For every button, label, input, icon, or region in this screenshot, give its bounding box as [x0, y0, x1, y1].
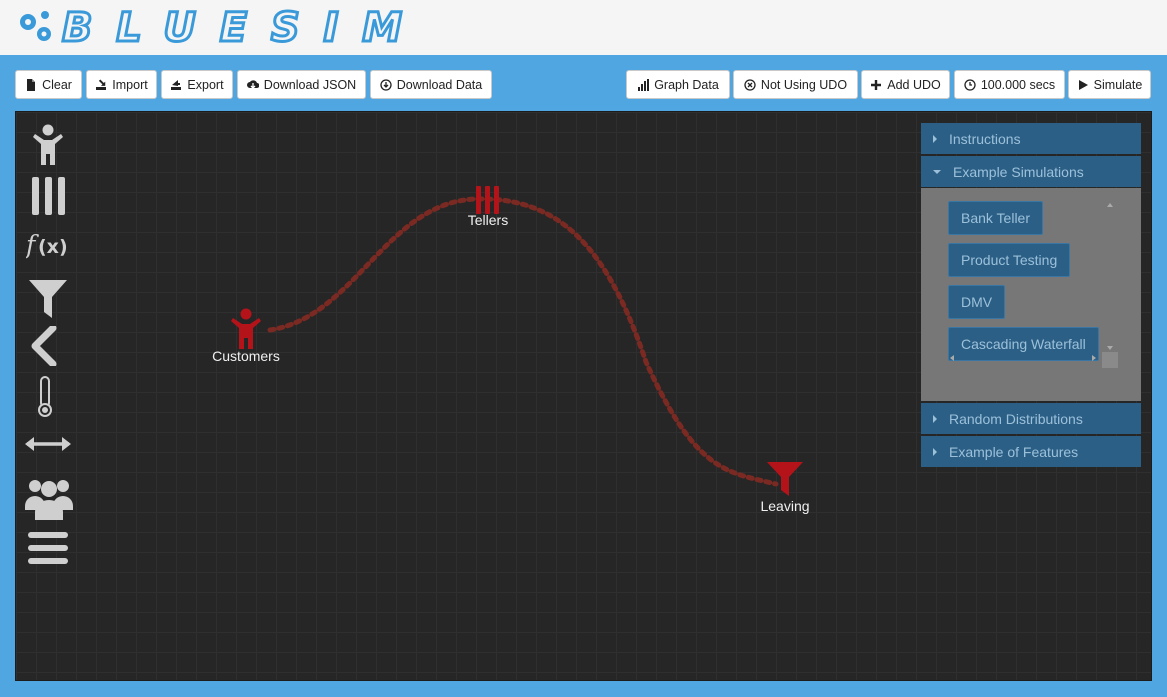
scroll-corner	[1102, 352, 1118, 368]
play-icon	[1077, 79, 1089, 91]
bluesim-logo: BLUESIM	[20, 6, 412, 48]
import-icon	[95, 78, 107, 91]
duration-button[interactable]: 100.000 secs	[954, 70, 1065, 99]
simulation-canvas[interactable]: f (x) Customers Tellers Leaving Instructi…	[15, 111, 1152, 681]
horizontal-scrollbar[interactable]	[948, 350, 1098, 366]
caret-right-icon	[933, 134, 937, 143]
accordion-example-of-features[interactable]: Example of Features	[921, 436, 1141, 467]
example-bank-teller-button[interactable]: Bank Teller	[948, 201, 1044, 235]
download-data-button[interactable]: Download Data	[370, 70, 492, 99]
example-simulations-panel: Bank Teller Product Testing DMV Cascadin…	[921, 188, 1141, 401]
plus-icon	[870, 79, 882, 91]
app-header: BLUESIM	[0, 0, 1167, 55]
bar-chart-icon	[637, 78, 650, 91]
circle-download-icon	[380, 78, 392, 91]
circle-x-icon	[744, 78, 756, 91]
leaving-node-icon[interactable]	[767, 462, 803, 501]
export-button[interactable]: Export	[161, 70, 233, 99]
link-path	[267, 196, 779, 487]
tellers-node-label: Tellers	[467, 212, 509, 228]
customers-node-label: Customers	[212, 348, 280, 364]
add-udo-button[interactable]: Add UDO	[861, 70, 950, 99]
caret-right-icon	[933, 414, 937, 423]
udo-toggle-button[interactable]: Not Using UDO	[733, 70, 858, 99]
import-button[interactable]: Import	[86, 70, 157, 99]
leaving-node-label: Leaving	[760, 498, 810, 514]
cloud-download-icon	[246, 79, 259, 91]
caret-right-icon	[933, 447, 937, 456]
clock-icon	[964, 78, 976, 91]
download-json-button[interactable]: Download JSON	[237, 70, 366, 99]
accordion-instructions[interactable]: Instructions	[921, 123, 1141, 154]
file-icon	[25, 78, 37, 91]
toolbar: Clear Import Export Download JSON Downlo…	[0, 55, 1167, 111]
accordion-example-simulations[interactable]: Example Simulations	[921, 156, 1141, 187]
example-product-testing-button[interactable]: Product Testing	[948, 243, 1071, 277]
clear-button[interactable]: Clear	[15, 70, 82, 99]
example-dmv-button[interactable]: DMV	[948, 285, 1006, 319]
caret-down-icon	[933, 169, 941, 174]
accordion-random-distributions[interactable]: Random Distributions	[921, 403, 1141, 434]
logo-text: BLUESIM	[62, 6, 412, 48]
vertical-scrollbar[interactable]	[1102, 199, 1118, 354]
graph-data-button[interactable]: Graph Data	[626, 70, 730, 99]
simulate-button[interactable]: Simulate	[1068, 70, 1151, 99]
export-icon	[170, 79, 182, 91]
